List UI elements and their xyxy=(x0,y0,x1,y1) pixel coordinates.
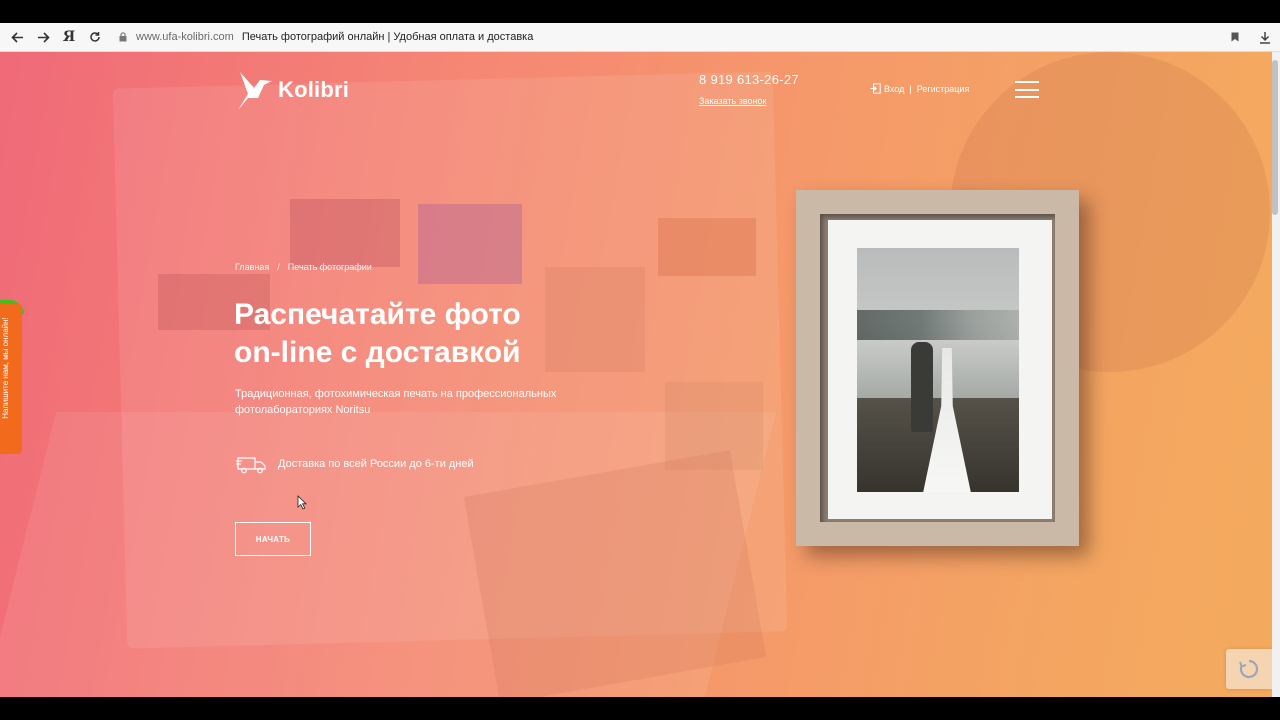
login-icon xyxy=(870,83,881,94)
background-photo xyxy=(658,218,756,276)
address-bar-host[interactable]: www.ufa-kolibri.com xyxy=(136,31,234,43)
breadcrumb: Главная / Печать фотографии xyxy=(235,262,372,272)
bookmark-icon[interactable] xyxy=(1220,23,1250,52)
lock-icon xyxy=(116,23,130,52)
auth-links: Вход | Регистрация xyxy=(870,83,969,94)
forward-arrow-icon[interactable] xyxy=(30,23,56,52)
reload-icon[interactable] xyxy=(82,23,108,52)
bottom-black-strip xyxy=(0,697,1280,720)
site-logo[interactable]: Kolibri xyxy=(234,68,349,112)
page-scrollbar[interactable] xyxy=(1272,52,1280,697)
hero-subtitle: Традиционная, фотохимическая печать на п… xyxy=(235,388,557,416)
scrollbar-thumb[interactable] xyxy=(1272,60,1278,215)
browser-toolbar: Я www.ufa-kolibri.com Печать фотографий … xyxy=(0,23,1280,52)
auth-separator: | xyxy=(909,83,912,94)
background-photo xyxy=(290,199,400,267)
photo-frame xyxy=(796,190,1079,546)
yandex-icon[interactable]: Я xyxy=(56,23,82,52)
top-black-strip xyxy=(0,0,1280,23)
breadcrumb-home[interactable]: Главная xyxy=(235,262,269,272)
breadcrumb-separator: / xyxy=(277,262,280,272)
breadcrumb-current: Печать фотографии xyxy=(287,262,372,272)
mouse-cursor-icon xyxy=(297,495,307,510)
delivery-info: Доставка по всей России до 6-ти дней xyxy=(236,452,474,476)
page-viewport: Kolibri 8 919 613-26-27 Заказать звонок … xyxy=(0,52,1280,697)
hero-title-line1: Распечатайте фото xyxy=(234,298,521,331)
feedback-tab-label: Напишите нам, мы онлайн! xyxy=(1,317,10,419)
hero-title: Распечатайте фото on-line с доставкой xyxy=(234,296,754,372)
feedback-tab[interactable]: Напишите нам, мы онлайн! xyxy=(0,304,22,454)
login-link[interactable]: Вход xyxy=(884,84,904,94)
background-photo xyxy=(418,204,522,284)
hamburger-menu-icon[interactable] xyxy=(1015,81,1039,98)
callback-link[interactable]: Заказать звонок xyxy=(699,96,766,106)
register-link[interactable]: Регистрация xyxy=(917,84,970,94)
phone-number[interactable]: 8 919 613-26-27 xyxy=(699,72,799,87)
back-arrow-icon[interactable] xyxy=(4,23,30,52)
frame-inner xyxy=(820,214,1055,522)
frame-mat xyxy=(828,220,1052,519)
start-button[interactable]: НАЧАТЬ xyxy=(235,522,311,556)
download-icon[interactable] xyxy=(1250,23,1280,52)
truck-icon xyxy=(236,457,266,474)
hero-title-line2: on-line с доставкой xyxy=(234,336,521,369)
delivery-text: Доставка по всей России до 6-ти дней xyxy=(278,458,474,470)
wedding-photo xyxy=(857,248,1019,492)
hummingbird-icon xyxy=(238,72,272,110)
recaptcha-badge[interactable] xyxy=(1226,649,1272,689)
address-bar-title[interactable]: Печать фотографий онлайн | Удобная оплат… xyxy=(242,31,534,43)
logo-text: Kolibri xyxy=(278,77,350,102)
recaptcha-icon xyxy=(1239,659,1259,679)
